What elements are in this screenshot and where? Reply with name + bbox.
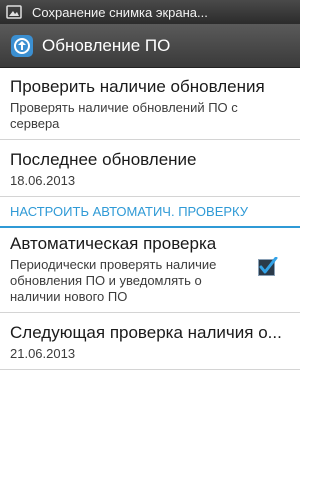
next-check-item[interactable]: Следующая проверка наличия о... 21.06.20… [0, 313, 300, 370]
last-update-item[interactable]: Последнее обновление 18.06.2013 [0, 140, 300, 197]
last-update-date: 18.06.2013 [10, 173, 76, 188]
page-title: Обновление ПО [42, 35, 171, 55]
auto-check-item[interactable]: Автоматическая проверка Периодически про… [0, 228, 300, 313]
auto-check-title: Автоматическая проверка [10, 234, 217, 253]
action-bar: Обновление ПО [0, 24, 300, 68]
software-update-icon[interactable] [10, 34, 34, 58]
check-updates-summary: Проверять наличие обновлений ПО с сервер… [10, 100, 238, 131]
image-icon [6, 4, 22, 20]
settings-list: Проверить наличие обновления Проверять н… [0, 69, 300, 370]
check-updates-item[interactable]: Проверить наличие обновления Проверять н… [0, 69, 300, 140]
check-updates-title: Проверить наличие обновления [10, 77, 265, 96]
status-bar: Сохранение снимка экрана... [0, 0, 300, 24]
last-update-title: Последнее обновление [10, 150, 197, 169]
notification-text: Сохранение снимка экрана... [32, 4, 208, 20]
auto-check-summary: Периодически проверять наличие обновлени… [10, 257, 217, 304]
auto-check-category-header: НАСТРОИТЬ АВТОМАТИЧ. ПРОВЕРКУ [0, 197, 300, 228]
next-check-date: 21.06.2013 [10, 346, 76, 361]
auto-check-checkbox[interactable] [258, 256, 278, 277]
next-check-title: Следующая проверка наличия о... [10, 323, 282, 342]
